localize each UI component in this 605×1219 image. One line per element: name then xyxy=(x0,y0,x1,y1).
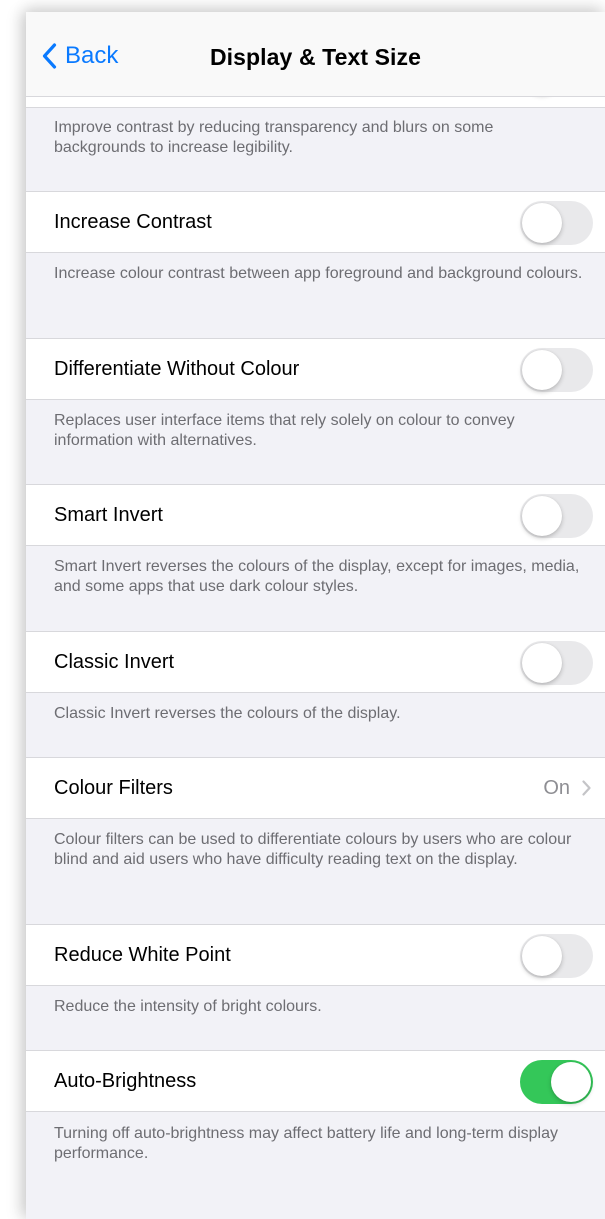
auto-brightness-footer: Turning off auto-brightness may affect b… xyxy=(54,1125,558,1162)
differentiate-without-colour-footer: Replaces user interface items that rely … xyxy=(54,412,515,449)
row-reduce-white-point[interactable]: Reduce White Point xyxy=(26,924,605,986)
auto-brightness-toggle[interactable] xyxy=(520,1060,593,1104)
smart-invert-toggle[interactable] xyxy=(520,494,593,538)
classic-invert-label: Classic Invert xyxy=(54,651,175,673)
colour-filters-label: Colour Filters xyxy=(54,777,173,799)
toggle-knob xyxy=(551,1062,591,1102)
row-auto-brightness[interactable]: Auto-Brightness xyxy=(26,1050,605,1112)
chevron-right-icon xyxy=(582,780,591,796)
smart-invert-label: Smart Invert xyxy=(54,504,163,526)
toggle-knob xyxy=(522,643,562,683)
colour-filters-footer: Colour filters can be used to differenti… xyxy=(54,831,572,868)
settings-screen: Improve contrast by reducing transparenc… xyxy=(26,12,605,1219)
row-increase-contrast[interactable]: Increase Contrast xyxy=(26,191,605,253)
toggle-knob xyxy=(522,496,562,536)
reduce-white-point-toggle[interactable] xyxy=(520,934,593,978)
classic-invert-toggle[interactable] xyxy=(520,641,593,685)
colour-filters-value-text: On xyxy=(543,777,570,799)
increase-contrast-toggle[interactable] xyxy=(520,201,593,245)
row-differentiate-without-colour[interactable]: Differentiate Without Colour xyxy=(26,338,605,400)
row-classic-invert[interactable]: Classic Invert xyxy=(26,631,605,693)
page-title: Display & Text Size xyxy=(209,44,422,70)
auto-brightness-label: Auto-Brightness xyxy=(54,1070,197,1092)
row-colour-filters[interactable]: Colour Filters On xyxy=(26,757,605,819)
toggle-knob xyxy=(522,203,562,243)
row-smart-invert[interactable]: Smart Invert xyxy=(26,484,605,546)
increase-contrast-label: Increase Contrast xyxy=(54,211,212,233)
classic-invert-footer: Classic Invert reverses the colours of t… xyxy=(54,705,401,722)
smart-invert-footer: Smart Invert reverses the colours of the… xyxy=(54,558,580,595)
increase-contrast-footer: Increase colour contrast between app for… xyxy=(54,265,583,282)
reduce-white-point-label: Reduce White Point xyxy=(54,944,231,966)
reduce-white-point-footer: Reduce the intensity of bright colours. xyxy=(54,998,322,1015)
differentiate-without-colour-toggle[interactable] xyxy=(520,348,593,392)
navigation-bar: Back Display & Text Size xyxy=(26,12,605,97)
toggle-knob xyxy=(522,936,562,976)
reduce-transparency-footer: Improve contrast by reducing transparenc… xyxy=(54,119,494,156)
toggle-knob xyxy=(522,350,562,390)
colour-filters-value: On xyxy=(543,758,591,818)
differentiate-without-colour-label: Differentiate Without Colour xyxy=(54,358,300,380)
